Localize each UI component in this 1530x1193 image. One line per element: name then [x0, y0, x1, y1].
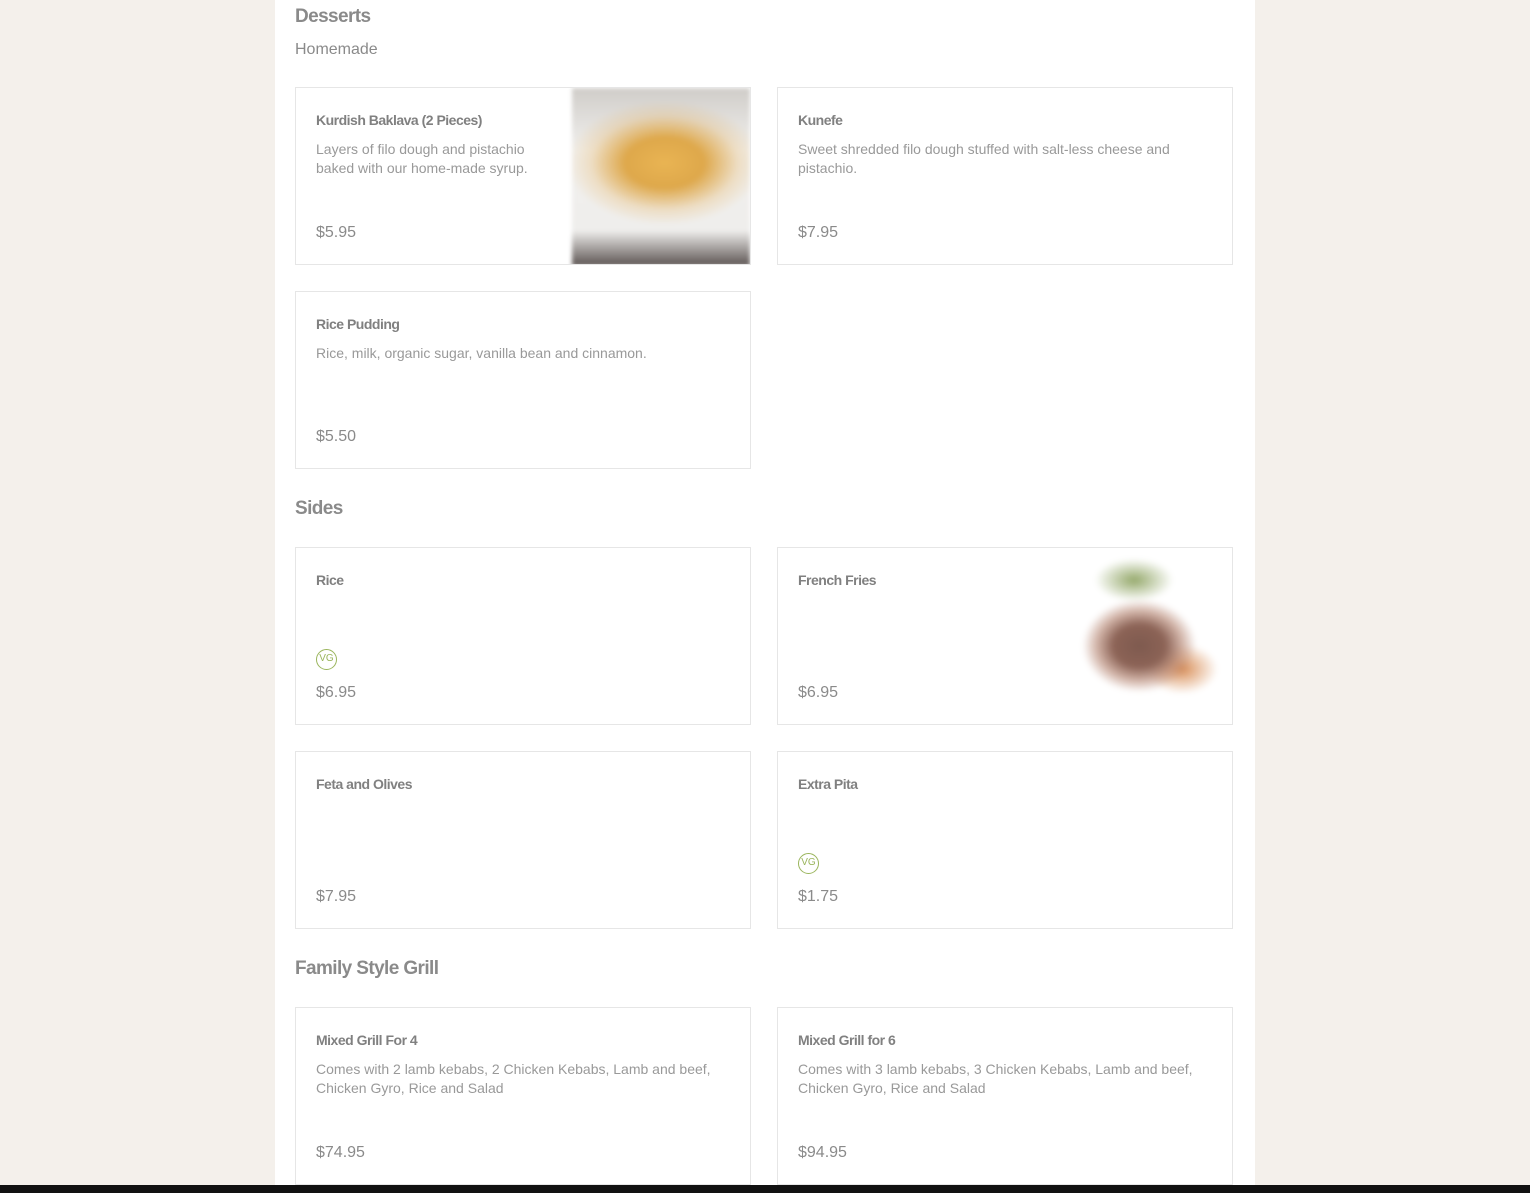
item-price: $94.95 — [798, 1144, 847, 1161]
item-price: $7.95 — [316, 888, 357, 905]
item-name: Kurdish Baklava (2 Pieces) — [316, 112, 482, 128]
menu-item-mixed-grill-for-4[interactable]: Mixed Grill For 4 Comes with 2 lamb keba… — [295, 1007, 751, 1185]
menu-page: Desserts Homemade Kurdish Baklava (2 Pie… — [275, 0, 1255, 1193]
item-name: Feta and Olives — [316, 776, 412, 792]
item-name: Mixed Grill for 6 — [798, 1032, 896, 1048]
item-price: $6.95 — [798, 684, 839, 701]
item-price: $5.50 — [316, 428, 357, 445]
menu-item-rice-pudding[interactable]: Rice Pudding Rice, milk, organic sugar, … — [295, 291, 751, 469]
baklava-photo — [572, 88, 750, 264]
french-fries-photo — [1054, 548, 1232, 724]
menu-item-french-fries[interactable]: French Fries $6.95 — [777, 547, 1233, 725]
item-name: Extra Pita — [798, 776, 858, 792]
menu-item-extra-pita[interactable]: Extra Pita VG $1.75 — [777, 751, 1233, 929]
section-title-family-style-grill: Family Style Grill — [295, 958, 439, 979]
item-description: Sweet shredded filo dough stuffed with s… — [798, 141, 1170, 176]
item-price: $1.75 — [798, 888, 839, 905]
item-name: Rice Pudding — [316, 316, 400, 332]
menu-item-feta-and-olives[interactable]: Feta and Olives $7.95 — [295, 751, 751, 929]
item-price: $74.95 — [316, 1144, 365, 1161]
menu-item-mixed-grill-for-6[interactable]: Mixed Grill for 6 Comes with 3 lamb keba… — [777, 1007, 1233, 1185]
item-description: Rice, milk, organic sugar, vanilla bean … — [316, 345, 647, 361]
item-description: Comes with 2 lamb kebabs, 2 Chicken Keba… — [316, 1061, 711, 1096]
menu-item-kunefe[interactable]: Kunefe Sweet shredded filo dough stuffed… — [777, 87, 1233, 265]
vegan-badge-icon: VG — [316, 649, 337, 670]
menu-item-kurdish-baklava[interactable]: Kurdish Baklava (2 Pieces) Layers of fil… — [295, 87, 751, 265]
menu-item-rice[interactable]: Rice VG $6.95 — [295, 547, 751, 725]
item-description: Layers of filo dough and pistachio baked… — [316, 141, 528, 176]
item-price: $5.95 — [316, 224, 357, 241]
vegan-badge-icon: VG — [798, 853, 819, 874]
bottom-edge-bar — [0, 1185, 1530, 1193]
item-price: $6.95 — [316, 684, 357, 701]
item-name: Kunefe — [798, 112, 843, 128]
section-subtitle-desserts: Homemade — [295, 41, 378, 58]
item-name: Mixed Grill For 4 — [316, 1032, 418, 1048]
section-title-sides: Sides — [295, 498, 343, 519]
item-description: Comes with 3 lamb kebabs, 3 Chicken Keba… — [798, 1061, 1193, 1096]
item-name: French Fries — [798, 572, 877, 588]
item-price: $7.95 — [798, 224, 839, 241]
item-name: Rice — [316, 572, 344, 588]
section-title-desserts: Desserts — [295, 6, 371, 27]
